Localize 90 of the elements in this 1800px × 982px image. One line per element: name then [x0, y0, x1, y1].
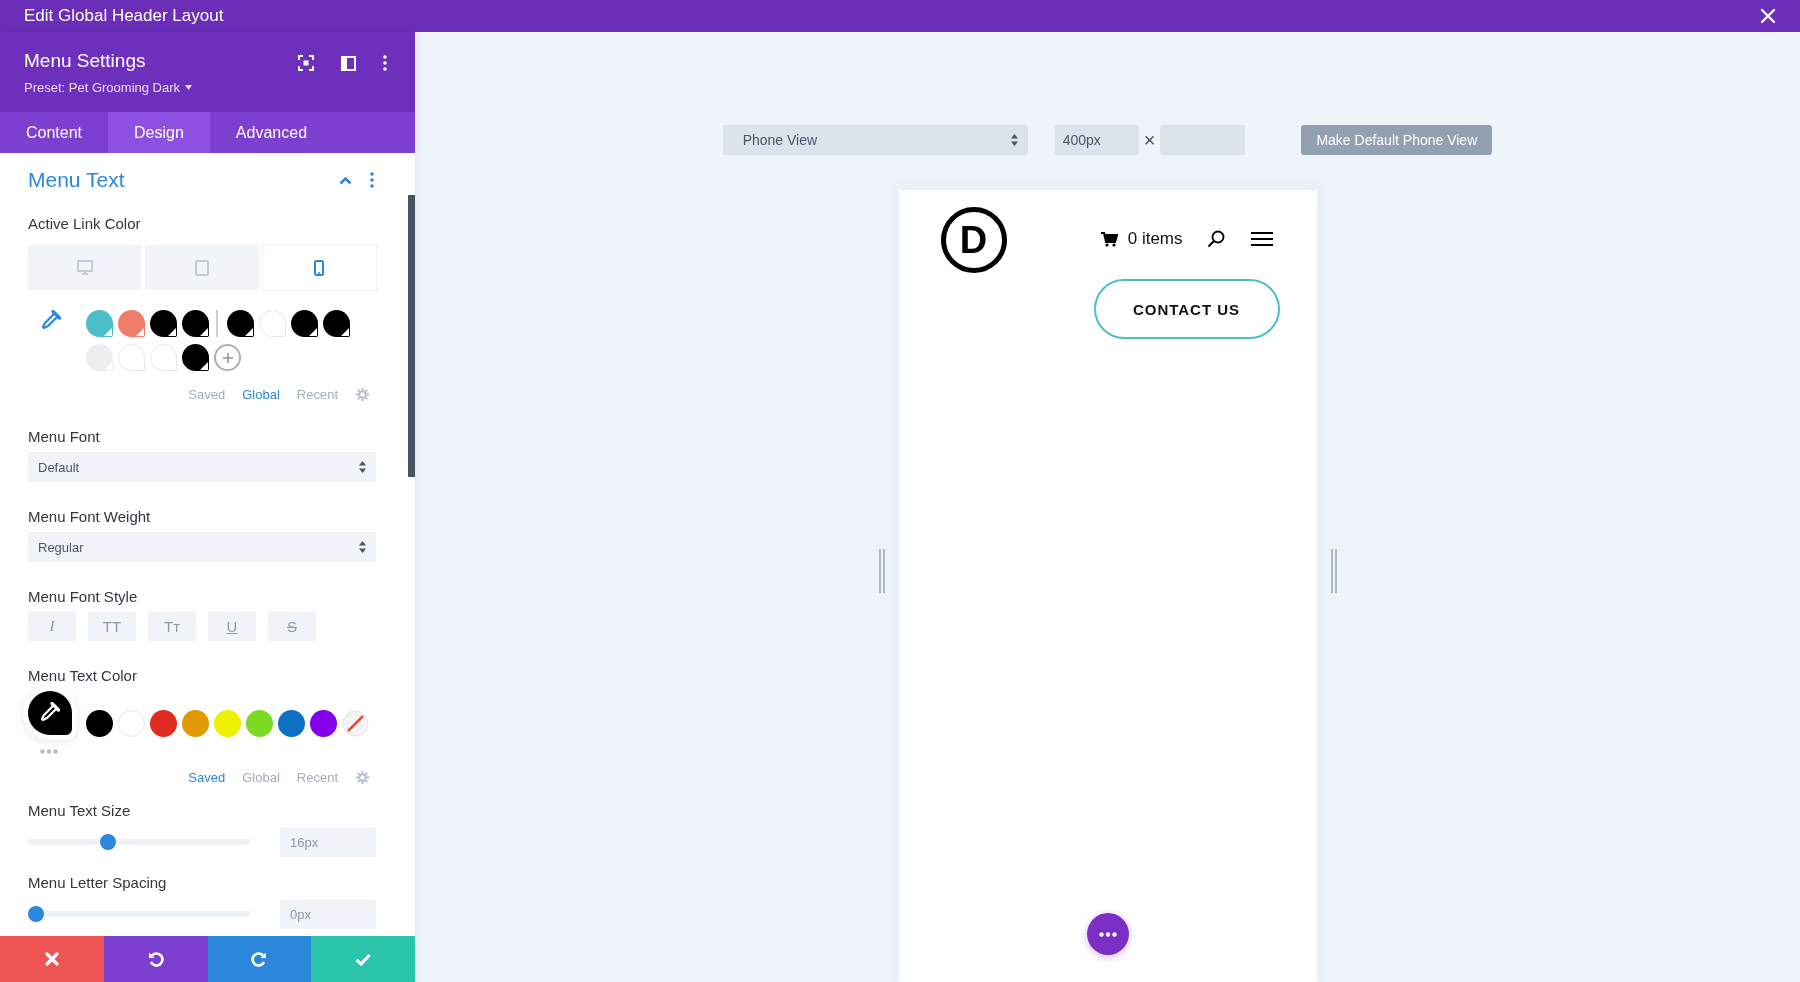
color-swatch[interactable] — [86, 310, 113, 337]
color-swatch[interactable] — [86, 710, 113, 737]
logo: D — [940, 207, 1007, 273]
style-toggle[interactable]: S — [268, 611, 316, 641]
section-title[interactable]: Menu Text — [28, 168, 125, 192]
resize-handle[interactable] — [878, 549, 885, 593]
more-icon[interactable] — [383, 55, 387, 71]
tab[interactable]: Design — [108, 112, 210, 153]
plus-icon — [221, 351, 234, 364]
split-view-icon[interactable] — [341, 55, 356, 71]
more-icon[interactable] — [370, 172, 374, 188]
tab[interactable]: Content — [0, 112, 109, 153]
color-swatch[interactable] — [182, 344, 209, 371]
redo-icon — [251, 951, 268, 967]
no-color-swatch[interactable] — [342, 710, 369, 737]
value-field[interactable]: 16px — [280, 827, 376, 857]
check-icon — [355, 952, 372, 966]
color-swatch[interactable] — [182, 710, 209, 737]
palette-tab[interactable]: Recent — [296, 387, 338, 402]
color-swatch[interactable] — [246, 710, 273, 737]
caret-icon — [185, 85, 193, 90]
color-swatch[interactable] — [278, 710, 305, 737]
color-swatch[interactable] — [150, 710, 177, 737]
more-icon[interactable] — [1098, 931, 1117, 937]
color-swatch[interactable] — [118, 344, 145, 371]
contact-button[interactable]: CONTACT US — [1093, 279, 1280, 339]
dimension-separator: × — [1143, 128, 1156, 152]
value-field[interactable]: 0px — [280, 899, 376, 929]
eyedropper-icon[interactable] — [40, 702, 60, 724]
slider-thumb[interactable] — [28, 906, 44, 922]
cart-icon[interactable] — [1100, 231, 1118, 247]
updown-icon — [359, 461, 366, 473]
search-icon[interactable] — [1206, 230, 1225, 248]
color-swatch[interactable] — [150, 344, 177, 371]
palette-tab[interactable]: Saved — [188, 770, 226, 785]
redo-button[interactable] — [207, 936, 312, 982]
settings-icon[interactable] — [355, 770, 370, 785]
width-field[interactable]: 400px — [1054, 125, 1139, 155]
preset-dropdown[interactable]: Preset: Pet Grooming Dark — [24, 80, 193, 95]
undo-icon — [147, 951, 164, 967]
panel-title: Menu Settings — [24, 50, 147, 72]
field-label: Menu Text Size — [28, 802, 132, 821]
color-swatch[interactable] — [118, 310, 145, 337]
style-toggle[interactable]: Tᴛ — [148, 611, 196, 641]
cart-count[interactable]: 0 items — [1127, 229, 1183, 249]
select-field[interactable]: Default — [28, 452, 376, 482]
palette-tab[interactable]: Saved — [188, 387, 226, 402]
tablet-icon — [195, 259, 209, 276]
color-swatch[interactable] — [182, 310, 209, 337]
slider-thumb[interactable] — [100, 834, 117, 850]
focus-icon[interactable] — [298, 55, 314, 71]
tab[interactable]: Advanced — [209, 112, 334, 153]
color-swatch[interactable] — [323, 310, 350, 337]
discard-button[interactable] — [0, 936, 104, 982]
undo-button[interactable] — [103, 936, 208, 982]
color-swatch[interactable] — [150, 310, 177, 337]
style-toggle[interactable]: I — [28, 611, 76, 641]
monitor-icon — [76, 260, 93, 275]
color-swatch[interactable] — [291, 310, 318, 337]
updown-icon — [359, 541, 366, 553]
close-icon — [44, 952, 59, 966]
close-icon[interactable] — [1760, 8, 1776, 24]
window-title: Edit Global Header Layout — [24, 6, 224, 26]
view-select[interactable]: Phone View — [722, 125, 1028, 155]
field-label: Menu Letter Spacing — [28, 874, 168, 893]
select-field[interactable]: Regular — [28, 532, 376, 562]
field-label: Menu Font Style — [28, 588, 139, 607]
color-swatch[interactable] — [214, 710, 241, 737]
field-label: Menu Font Weight — [28, 508, 152, 527]
color-swatch[interactable] — [118, 710, 145, 737]
updown-icon — [1010, 134, 1018, 146]
scrollbar[interactable] — [408, 195, 415, 477]
chevron-icon[interactable] — [339, 175, 352, 185]
field-label: Menu Text Color — [28, 667, 138, 686]
color-swatch[interactable] — [259, 310, 286, 337]
palette-tab[interactable]: Global — [242, 770, 280, 785]
style-toggle[interactable]: TT — [88, 611, 136, 641]
phone-icon — [314, 259, 325, 276]
settings-icon[interactable] — [355, 387, 370, 402]
palette-tab[interactable]: Recent — [296, 770, 338, 785]
color-swatch[interactable] — [310, 710, 337, 737]
field-label: Menu Font — [28, 428, 101, 447]
field-label: Active Link Color — [28, 215, 142, 234]
menu-icon[interactable] — [1250, 231, 1273, 247]
more-button[interactable] — [1086, 913, 1129, 955]
style-toggle[interactable]: U — [208, 611, 256, 641]
resize-handle[interactable] — [1330, 549, 1337, 593]
add-color-button[interactable] — [214, 344, 241, 371]
palette-tab[interactable]: Global — [242, 387, 280, 402]
color-swatch[interactable] — [227, 310, 254, 337]
